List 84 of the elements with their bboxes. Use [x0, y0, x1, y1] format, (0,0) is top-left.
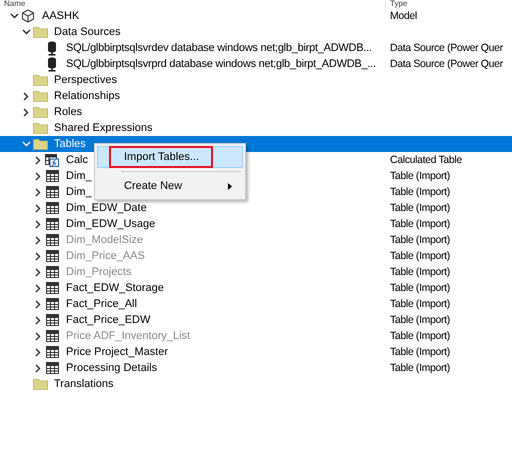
tree-item-label[interactable]: Dim_EDW_Date [66, 202, 147, 214]
table-icon [46, 186, 58, 198]
type-text: Table (Import) [390, 218, 450, 230]
table-icon [46, 362, 58, 374]
submenu-arrow-icon [228, 183, 232, 190]
tree-item-label[interactable]: Shared Expressions [54, 122, 152, 134]
tree-item-label[interactable]: Roles [54, 106, 82, 118]
tree-item-label[interactable]: Fact_EDW_Storage [66, 282, 164, 294]
tree-item-label[interactable]: Translations [54, 378, 114, 390]
type-text: Table (Import) [390, 170, 450, 182]
tree-item-label[interactable]: Dim_EDW_Usage [66, 218, 156, 230]
cube-icon [21, 9, 35, 23]
tree-item-label[interactable]: Dim_ [66, 170, 92, 182]
database-icon [47, 40, 57, 56]
table-icon [46, 218, 58, 230]
table-icon [46, 330, 58, 342]
column-header[interactable]: Name [0, 0, 385, 8]
chevron-right-icon[interactable] [35, 348, 41, 356]
column-header[interactable]: Type [386, 0, 490, 8]
table-icon [46, 234, 58, 246]
chevron-right-icon[interactable] [35, 332, 41, 340]
type-text: Table (Import) [390, 250, 450, 262]
type-text: Table (Import) [390, 282, 450, 294]
tree-item-label[interactable]: Tables [54, 138, 86, 150]
chevron-down-icon[interactable] [10, 13, 18, 19]
table-icon [46, 170, 58, 182]
chevron-right-icon[interactable] [35, 268, 41, 276]
folder-icon [32, 378, 48, 390]
type-text: Table (Import) [390, 202, 450, 214]
chevron-right-icon[interactable] [35, 172, 41, 180]
chevron-right-icon[interactable] [35, 204, 41, 212]
tree-item-label[interactable]: Calc [66, 154, 88, 166]
type-text: Data Source (Power Quer [390, 42, 503, 54]
chevron-right-icon[interactable] [35, 188, 41, 196]
type-text: Table (Import) [390, 266, 450, 278]
table-icon [46, 282, 58, 294]
chevron-right-icon[interactable] [23, 108, 29, 116]
table-icon [46, 250, 58, 262]
chevron-right-icon[interactable] [35, 316, 41, 324]
tree-item-label[interactable]: AASHK [42, 10, 80, 22]
type-text: Table (Import) [390, 234, 450, 246]
type-text: Model [390, 10, 417, 22]
table-icon [46, 298, 58, 310]
database-icon [47, 56, 57, 72]
type-text: Table (Import) [390, 330, 450, 342]
type-text: Table (Import) [390, 346, 450, 358]
type-text: Table (Import) [390, 298, 450, 310]
tree-item-label[interactable]: Perspectives [54, 74, 117, 86]
tree-item-label[interactable]: Processing Details [66, 362, 158, 374]
tree-item-label[interactable]: Relationships [54, 90, 120, 102]
type-text: Table (Import) [390, 362, 450, 374]
table-icon [46, 202, 58, 214]
chevron-right-icon[interactable] [35, 284, 41, 292]
chevron-right-icon[interactable] [23, 92, 29, 100]
folder-icon [32, 90, 48, 102]
folder-icon [32, 74, 48, 86]
type-text: Calculated Table [390, 154, 462, 166]
chevron-down-icon[interactable] [22, 29, 30, 35]
chevron-right-icon[interactable] [35, 236, 41, 244]
folder-icon [32, 106, 48, 118]
chevron-right-icon[interactable] [35, 364, 41, 372]
table-icon [46, 346, 58, 358]
tree-item-label[interactable]: Dim_ [66, 186, 92, 198]
menu-item[interactable]: Import Tables... [97, 146, 243, 168]
folder-icon [32, 138, 48, 150]
folder-icon [32, 122, 48, 134]
tree-item-label[interactable]: Fact_Price_All [66, 298, 137, 310]
tree-item-label[interactable]: Fact_Price_EDW [66, 314, 150, 326]
table-icon [46, 266, 58, 278]
type-text: Table (Import) [390, 186, 450, 198]
type-text: Data Source (Power Quer [390, 58, 503, 70]
calculated-table-icon [45, 154, 59, 166]
chevron-right-icon[interactable] [35, 300, 41, 308]
chevron-right-icon[interactable] [35, 220, 41, 228]
tree-item-label[interactable]: Data Sources [54, 26, 121, 38]
tree-item-label[interactable]: SQL/glbbirptsqlsvrdev database windows net;glb_birpt_ADWDB... [66, 42, 372, 54]
tree-item-label[interactable]: Price Project_Master [66, 346, 168, 358]
type-text: Table (Import) [390, 314, 450, 326]
chevron-right-icon[interactable] [35, 252, 41, 260]
tree-item-label[interactable]: SQL/glbbirptsqlsvrprd database windows net;glb_birpt_ADWDB_... [66, 58, 376, 70]
menu-item[interactable]: Create New [97, 175, 243, 197]
table-icon [46, 314, 58, 326]
folder-icon [32, 26, 48, 38]
chevron-right-icon[interactable] [35, 156, 41, 164]
